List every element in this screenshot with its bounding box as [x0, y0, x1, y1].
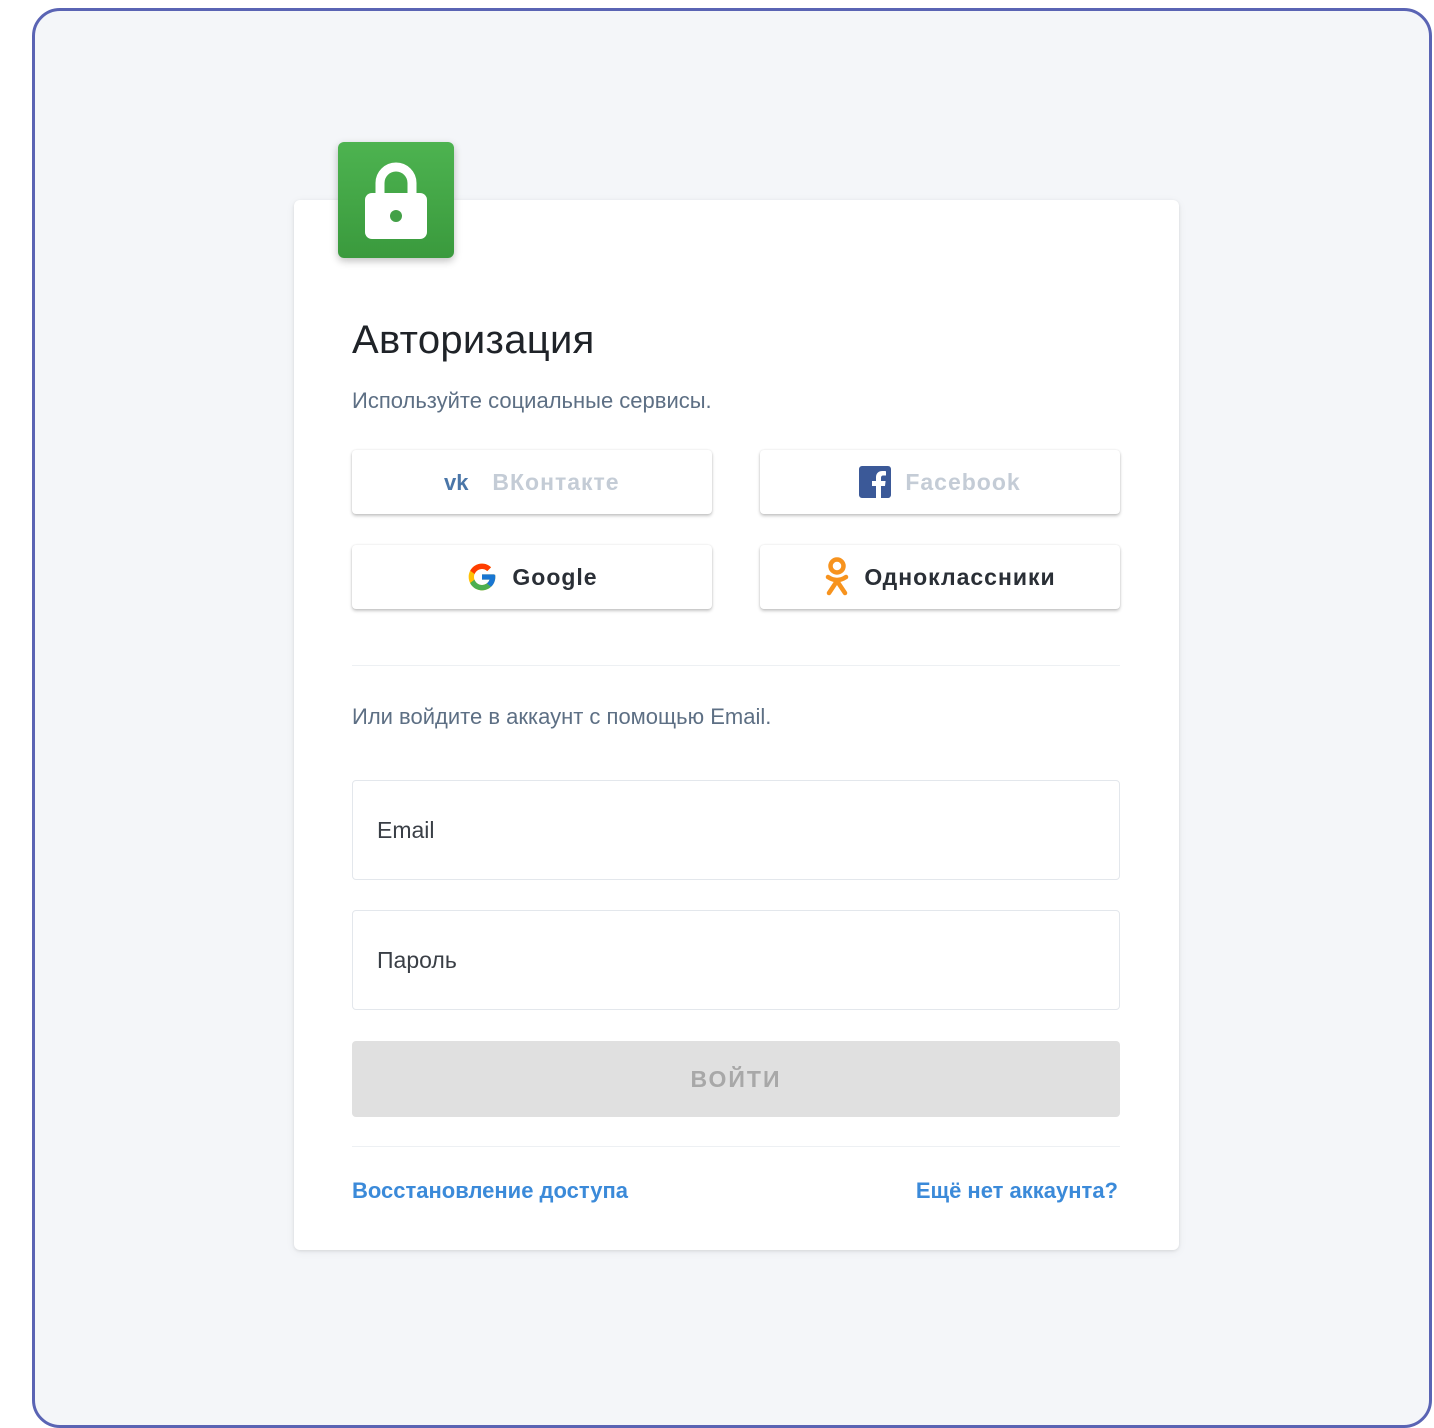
- lock-badge: [338, 142, 454, 258]
- vk-login-label: ВКонтакте: [492, 468, 620, 495]
- vk-icon: vk: [444, 471, 478, 493]
- email-login-hint: Или войдите в аккаунт с помощью Email.: [352, 704, 772, 729]
- lock-icon: [363, 159, 429, 241]
- svg-text:vk: vk: [444, 471, 469, 493]
- social-subtitle: Используйте социальные сервисы.: [352, 388, 712, 413]
- password-field[interactable]: [352, 910, 1120, 1010]
- google-login-label: Google: [512, 563, 598, 590]
- facebook-login-label: Facebook: [905, 468, 1021, 495]
- login-submit-button[interactable]: ВОЙТИ: [352, 1041, 1120, 1117]
- email-input[interactable]: [377, 781, 1119, 879]
- footer-divider: [352, 1146, 1120, 1147]
- section-divider: [352, 665, 1120, 666]
- vk-login-button[interactable]: vk ВКонтакте: [352, 450, 712, 514]
- odnoklassniki-login-button[interactable]: Одноклассники: [760, 545, 1120, 609]
- recover-access-link[interactable]: Восстановление доступа: [352, 1178, 628, 1204]
- facebook-login-button[interactable]: Facebook: [760, 450, 1120, 514]
- odnoklassniki-icon: [824, 557, 850, 597]
- google-icon: [466, 561, 498, 593]
- google-login-button[interactable]: Google: [352, 545, 712, 609]
- password-input[interactable]: [377, 911, 1119, 1009]
- odnoklassniki-login-label: Одноклассники: [864, 563, 1056, 590]
- page-title: Авторизация: [352, 318, 595, 362]
- register-link[interactable]: Ещё нет аккаунта?: [916, 1178, 1118, 1204]
- email-field[interactable]: [352, 780, 1120, 880]
- facebook-icon: [859, 466, 892, 498]
